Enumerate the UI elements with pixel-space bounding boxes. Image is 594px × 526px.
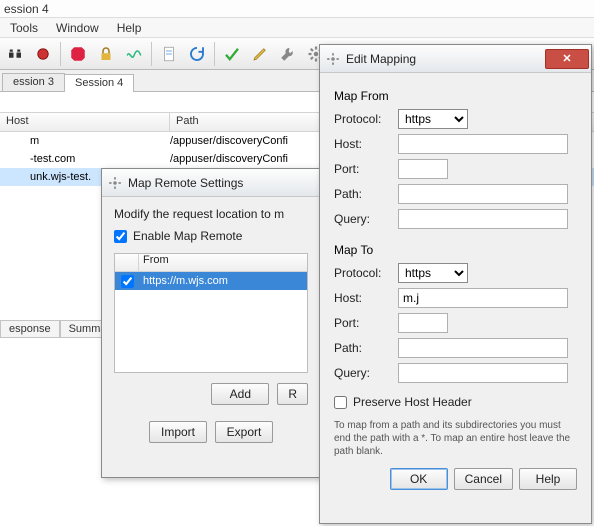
toolbar-separator bbox=[151, 42, 152, 66]
toolbar-separator bbox=[214, 42, 215, 66]
app-title: ession 4 bbox=[4, 2, 49, 16]
col-host[interactable]: Host bbox=[0, 113, 170, 131]
enable-map-remote-checkbox[interactable]: Enable Map Remote bbox=[114, 229, 308, 243]
close-icon[interactable]: ✕ bbox=[545, 49, 589, 69]
dialog-titlebar[interactable]: Edit Mapping ✕ bbox=[320, 45, 591, 73]
export-button[interactable]: Export bbox=[215, 421, 273, 443]
menu-window[interactable]: Window bbox=[48, 19, 107, 37]
from-protocol-select[interactable]: https bbox=[398, 109, 468, 129]
map-from-title: Map From bbox=[334, 89, 577, 103]
from-port-input[interactable] bbox=[398, 159, 448, 179]
from-row[interactable]: https://m.wjs.com bbox=[115, 272, 307, 290]
from-row-url: https://m.wjs.com bbox=[139, 275, 307, 287]
gear-icon bbox=[326, 52, 340, 66]
from-path-input[interactable] bbox=[398, 184, 568, 204]
map-to-title: Map To bbox=[334, 243, 577, 257]
ok-button[interactable]: OK bbox=[390, 468, 448, 490]
preserve-host-input[interactable] bbox=[334, 396, 347, 409]
toolbar-separator bbox=[60, 42, 61, 66]
pencil-icon[interactable] bbox=[247, 41, 273, 67]
dialog-description: Modify the request location to m bbox=[114, 207, 308, 221]
app-titlebar: ession 4 bbox=[0, 0, 594, 18]
r-button[interactable]: R bbox=[277, 383, 308, 405]
refresh-icon[interactable] bbox=[184, 41, 210, 67]
menubar: Tools Window Help bbox=[0, 18, 594, 38]
wrench-icon[interactable] bbox=[275, 41, 301, 67]
document-icon[interactable] bbox=[156, 41, 182, 67]
tab-session-3[interactable]: ession 3 bbox=[2, 73, 65, 91]
check-icon[interactable] bbox=[219, 41, 245, 67]
record-icon[interactable] bbox=[30, 41, 56, 67]
to-path-input[interactable] bbox=[398, 338, 568, 358]
map-remote-dialog: Map Remote Settings Modify the request l… bbox=[101, 168, 321, 478]
to-port-input[interactable] bbox=[398, 313, 448, 333]
from-column[interactable]: From bbox=[139, 254, 307, 271]
preserve-host-checkbox[interactable]: Preserve Host Header bbox=[334, 395, 577, 409]
stop-icon[interactable] bbox=[65, 41, 91, 67]
help-button[interactable]: Help bbox=[519, 468, 577, 490]
edit-mapping-dialog: Edit Mapping ✕ Map From Protocol: https … bbox=[319, 44, 592, 524]
hint-text: To map from a path and its subdirectorie… bbox=[334, 419, 577, 458]
dialog-title: Edit Mapping bbox=[346, 52, 416, 66]
dialog-titlebar[interactable]: Map Remote Settings bbox=[102, 169, 320, 197]
gear-icon bbox=[108, 176, 122, 190]
from-host-input[interactable] bbox=[398, 134, 568, 154]
to-protocol-select[interactable]: https bbox=[398, 263, 468, 283]
menu-help[interactable]: Help bbox=[109, 19, 150, 37]
add-button[interactable]: Add bbox=[211, 383, 269, 405]
import-button[interactable]: Import bbox=[149, 421, 207, 443]
from-row-checkbox[interactable] bbox=[121, 275, 134, 288]
to-host-input[interactable] bbox=[398, 288, 568, 308]
enable-map-remote-input[interactable] bbox=[114, 230, 127, 243]
from-list: From https://m.wjs.com bbox=[114, 253, 308, 373]
from-list-header: From bbox=[115, 254, 307, 272]
lock-icon[interactable] bbox=[93, 41, 119, 67]
dialog-title: Map Remote Settings bbox=[128, 176, 243, 190]
binoculars-icon[interactable] bbox=[2, 41, 28, 67]
from-query-input[interactable] bbox=[398, 209, 568, 229]
cancel-button[interactable]: Cancel bbox=[454, 468, 513, 490]
tab-session-4[interactable]: Session 4 bbox=[64, 74, 134, 92]
to-query-input[interactable] bbox=[398, 363, 568, 383]
wave-icon[interactable] bbox=[121, 41, 147, 67]
menu-tools[interactable]: Tools bbox=[2, 19, 46, 37]
tab-response[interactable]: esponse bbox=[0, 320, 60, 338]
